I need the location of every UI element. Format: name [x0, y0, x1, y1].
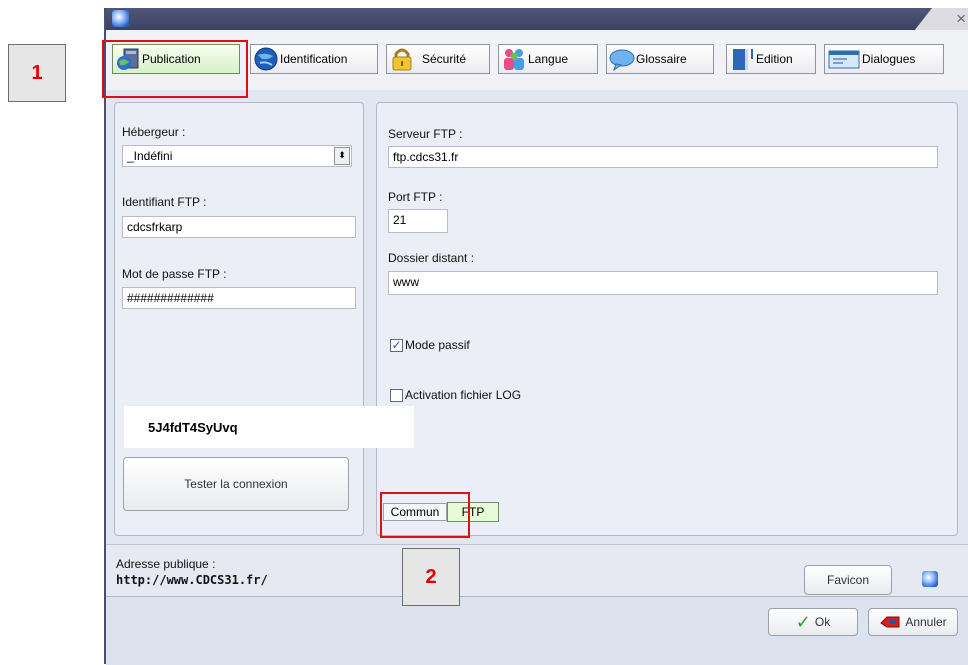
cancel-label: Annuler	[905, 615, 947, 629]
title-bar: ×	[106, 8, 968, 30]
tab-label: Edition	[756, 52, 793, 66]
checkmark-icon: ✓	[795, 611, 811, 632]
ok-label: Ok	[814, 615, 831, 629]
port-field[interactable]: 21	[388, 209, 448, 233]
address-value: http://www.CDCS31.fr/	[116, 573, 268, 587]
folder-field[interactable]: www	[388, 271, 938, 295]
ok-button[interactable]: ✓ Ok	[768, 608, 858, 636]
tab-label: Glossaire	[636, 52, 687, 66]
favicon-button[interactable]: Favicon	[804, 565, 892, 595]
button-bar: ✓ Ok Annuler	[106, 596, 968, 665]
server-label: Serveur FTP :	[388, 127, 463, 141]
test-connection-button[interactable]: Tester la connexion	[123, 457, 349, 511]
tab-label: Dialogues	[862, 52, 916, 66]
log-file-label: Activation fichier LOG	[405, 388, 522, 402]
tab-glossaire[interactable]: Glossaire	[606, 44, 714, 74]
passive-mode-label: Mode passif	[405, 338, 470, 352]
speech-bubble-icon	[609, 49, 635, 72]
ftp-panel: Serveur FTP : ftp.cdcs31.fr Port FTP : 2…	[376, 102, 958, 536]
tab-label: Langue	[528, 52, 569, 66]
tab-dialogues[interactable]: Dialogues	[824, 44, 944, 74]
people-icon	[504, 49, 524, 70]
ftp-id-field[interactable]: cdcsfrkarp	[122, 216, 356, 238]
account-panel: Hébergeur : _Indéfini ⬍ Identifiant FTP …	[114, 102, 364, 536]
tab-langue[interactable]: Langue	[498, 44, 598, 74]
app-icon	[112, 10, 129, 27]
callout-2: 2	[402, 548, 460, 606]
tab-label: Identification	[280, 52, 348, 66]
globe-icon	[254, 47, 278, 71]
lock-icon	[392, 48, 412, 71]
address-label: Adresse publique :	[116, 557, 216, 571]
close-icon: ×	[956, 9, 966, 28]
host-label: Hébergeur :	[122, 125, 186, 139]
callout-1: 1	[8, 44, 66, 102]
favicon-icon	[922, 571, 938, 587]
tab-edition[interactable]: Edition	[726, 44, 816, 74]
cancel-button[interactable]: Annuler	[868, 608, 958, 636]
overlay-code: 5J4fdT4SyUvq	[124, 406, 414, 448]
footer-bar: Adresse publique : http://www.CDCS31.fr/…	[106, 544, 968, 597]
server-field[interactable]: ftp.cdcs31.fr	[388, 146, 938, 168]
tab-identification[interactable]: Identification	[250, 44, 378, 74]
close-button[interactable]: ×	[900, 8, 968, 30]
select-arrows-icon: ⬍	[334, 147, 350, 165]
port-label: Port FTP :	[388, 190, 443, 204]
host-value: _Indéfini	[127, 149, 173, 163]
highlight-publication-tab	[102, 40, 248, 98]
host-select[interactable]: _Indéfini ⬍	[122, 145, 352, 167]
dialog-icon	[828, 50, 860, 69]
folder-label: Dossier distant :	[388, 251, 475, 265]
edit-icon	[733, 49, 753, 70]
ftp-pass-label: Mot de passe FTP :	[122, 267, 227, 281]
cancel-icon	[880, 616, 900, 628]
highlight-commun-subtab	[380, 492, 470, 538]
ftp-id-label: Identifiant FTP :	[122, 195, 207, 209]
publication-page: Hébergeur : _Indéfini ⬍ Identifiant FTP …	[106, 90, 968, 544]
options-window: × Publication Identification Sécurité La…	[104, 8, 968, 665]
log-file-checkbox[interactable]	[390, 389, 403, 402]
tab-securite[interactable]: Sécurité	[386, 44, 490, 74]
ftp-pass-field[interactable]: #############	[122, 287, 356, 309]
tab-label: Sécurité	[422, 52, 467, 66]
passive-mode-checkbox[interactable]: ✓	[390, 339, 403, 352]
